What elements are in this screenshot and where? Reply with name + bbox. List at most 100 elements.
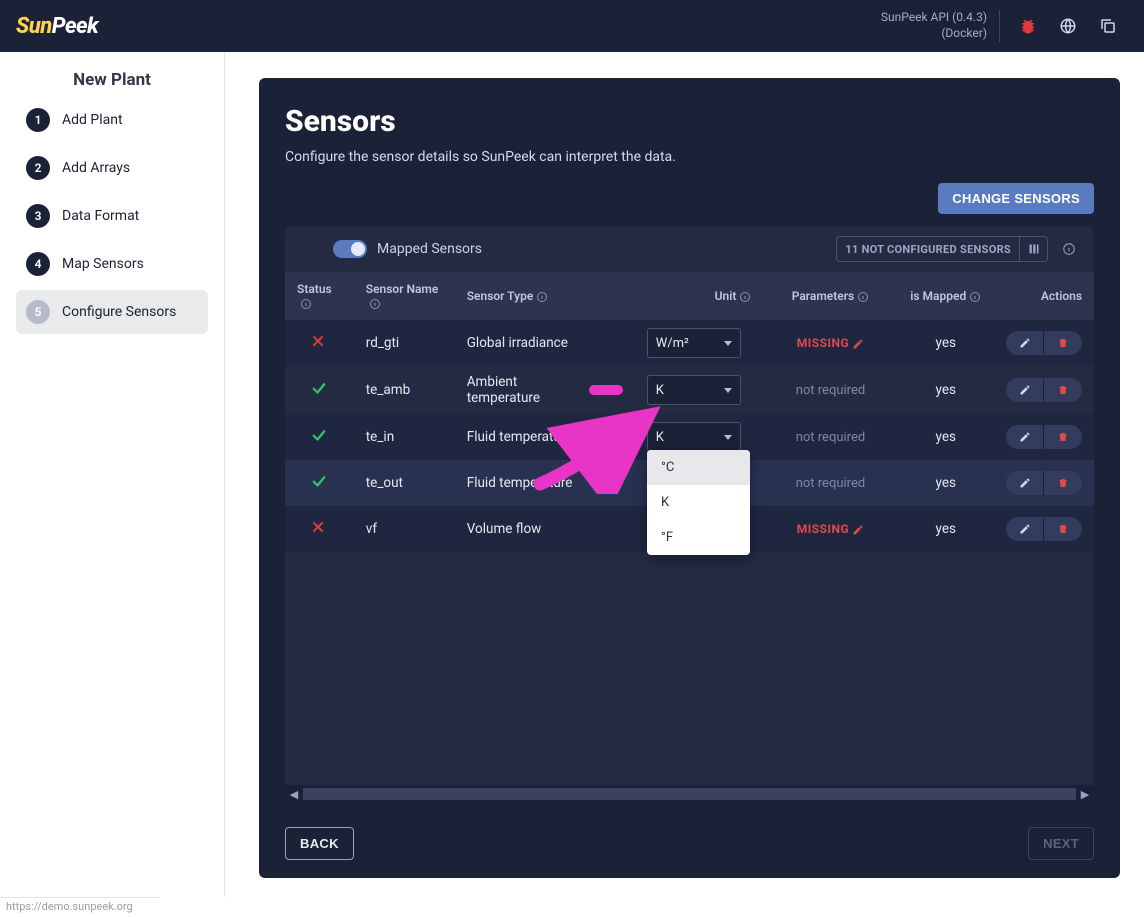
sidebar-step[interactable]: 3 Data Format	[16, 194, 208, 238]
edit-button[interactable]	[1006, 471, 1044, 495]
sensor-name-cell: rd_gti	[354, 320, 455, 366]
unit-option[interactable]: K	[647, 485, 750, 520]
unit-select[interactable]: K	[647, 422, 741, 452]
col-name: Sensor Name	[366, 282, 439, 296]
topbar: SunPeek SunPeek API (0.4.3) (Docker)	[0, 0, 1144, 52]
api-version: SunPeek API (0.4.3)	[881, 10, 987, 26]
col-type: Sensor Type	[467, 289, 534, 303]
col-params: Parameters	[792, 289, 855, 303]
bug-icon[interactable]	[1008, 6, 1048, 46]
sensor-type-cell: Fluid temperature	[455, 460, 635, 506]
col-unit: Unit	[715, 289, 737, 303]
mapped-cell: yes	[898, 366, 994, 414]
sidebar-step[interactable]: 5 Configure Sensors	[16, 290, 208, 334]
page-title: Sensors	[285, 104, 1094, 139]
table-row: rd_gtiGlobal irradiance W/m² MISSING yes	[285, 320, 1094, 366]
unit-select[interactable]: W/m²	[647, 328, 741, 358]
change-sensors-button[interactable]: CHANGE SENSORS	[938, 183, 1094, 214]
mapped-toggle[interactable]	[333, 240, 367, 258]
row-actions	[1006, 517, 1082, 541]
panel: Sensors Configure the sensor details so …	[259, 78, 1120, 878]
info-icon[interactable]	[857, 291, 869, 303]
edit-button[interactable]	[1006, 425, 1044, 449]
scroll-track[interactable]	[303, 788, 1076, 800]
col-status: Status	[297, 282, 332, 296]
horizontal-scrollbar[interactable]: ◀ ▶	[285, 785, 1094, 803]
param-not-required: not required	[796, 430, 865, 445]
step-label: Add Arrays	[62, 159, 130, 177]
edit-button[interactable]	[1006, 517, 1044, 541]
row-actions	[1006, 471, 1082, 495]
pencil-icon[interactable]	[852, 338, 864, 350]
columns-icon[interactable]	[1019, 237, 1047, 261]
back-button[interactable]: BACK	[285, 827, 354, 860]
logo-sun: Sun	[16, 14, 52, 39]
pencil-icon[interactable]	[852, 524, 864, 536]
table-toolbar: Mapped Sensors 11 NOT CONFIGURED SENSORS	[285, 226, 1094, 272]
sensor-type-cell: Ambient temperature	[455, 366, 635, 414]
unit-option[interactable]: °F	[647, 520, 750, 555]
check-icon	[310, 472, 328, 490]
param-not-required: not required	[796, 476, 865, 491]
sidebar-step[interactable]: 2 Add Arrays	[16, 146, 208, 190]
delete-button[interactable]	[1044, 425, 1082, 449]
sidebar: New Plant 1 Add Plant2 Add Arrays3 Data …	[0, 52, 225, 897]
globe-icon[interactable]	[1048, 6, 1088, 46]
unit-value: K	[656, 383, 664, 398]
step-number: 2	[26, 156, 50, 180]
info-icon[interactable]	[536, 291, 548, 303]
unit-select[interactable]: K	[647, 375, 741, 405]
mapped-cell: yes	[898, 506, 994, 552]
edit-button[interactable]	[1006, 331, 1044, 355]
step-number: 5	[26, 300, 50, 324]
step-label: Add Plant	[62, 111, 123, 129]
not-configured-label: 11 NOT CONFIGURED SENSORS	[837, 243, 1019, 256]
sensor-name-cell: te_in	[354, 414, 455, 460]
row-actions	[1006, 331, 1082, 355]
table-wrap: Mapped Sensors 11 NOT CONFIGURED SENSORS	[285, 226, 1094, 803]
edit-button[interactable]	[1006, 378, 1044, 402]
not-configured-badge: 11 NOT CONFIGURED SENSORS	[836, 236, 1048, 262]
scroll-right-icon[interactable]: ▶	[1076, 788, 1094, 801]
copy-icon[interactable]	[1088, 6, 1128, 46]
next-button[interactable]: NEXT	[1028, 827, 1094, 860]
unit-dropdown-popup[interactable]: °CK°F	[647, 450, 750, 555]
col-actions: Actions	[1041, 289, 1082, 303]
sidebar-step[interactable]: 4 Map Sensors	[16, 242, 208, 286]
sensor-type-cell: Global irradiance	[455, 320, 635, 366]
info-icon[interactable]	[300, 298, 312, 310]
info-icon[interactable]	[1058, 242, 1080, 256]
unit-option[interactable]: °C	[647, 450, 750, 485]
sensor-name-cell: te_out	[354, 460, 455, 506]
info-icon[interactable]	[969, 291, 981, 303]
table-row: te_ambAmbient temperature K not required…	[285, 366, 1094, 414]
mapped-toggle-label: Mapped Sensors	[377, 241, 482, 257]
sidebar-heading: New Plant	[16, 70, 208, 90]
sensor-name-cell: vf	[354, 506, 455, 552]
scroll-left-icon[interactable]: ◀	[285, 788, 303, 801]
step-number: 3	[26, 204, 50, 228]
param-missing: MISSING	[797, 336, 864, 350]
x-icon	[310, 333, 328, 351]
sensor-type-cell: Fluid temperature	[455, 414, 635, 460]
mapped-cell: yes	[898, 320, 994, 366]
delete-button[interactable]	[1044, 517, 1082, 541]
logo[interactable]: SunPeek	[16, 14, 98, 39]
delete-button[interactable]	[1044, 471, 1082, 495]
api-info: SunPeek API (0.4.3) (Docker)	[881, 10, 1000, 41]
step-number: 1	[26, 108, 50, 132]
col-mapped: is Mapped	[910, 289, 966, 303]
step-label: Map Sensors	[62, 255, 144, 273]
api-docker: (Docker)	[881, 26, 987, 42]
check-icon	[310, 426, 328, 444]
chevron-down-icon	[724, 388, 732, 393]
info-icon[interactable]	[739, 291, 751, 303]
sidebar-step[interactable]: 1 Add Plant	[16, 98, 208, 142]
unit-value: K	[656, 430, 664, 445]
info-icon[interactable]	[369, 298, 381, 310]
row-actions	[1006, 378, 1082, 402]
delete-button[interactable]	[1044, 378, 1082, 402]
delete-button[interactable]	[1044, 331, 1082, 355]
step-label: Configure Sensors	[62, 303, 176, 321]
mapped-cell: yes	[898, 414, 994, 460]
